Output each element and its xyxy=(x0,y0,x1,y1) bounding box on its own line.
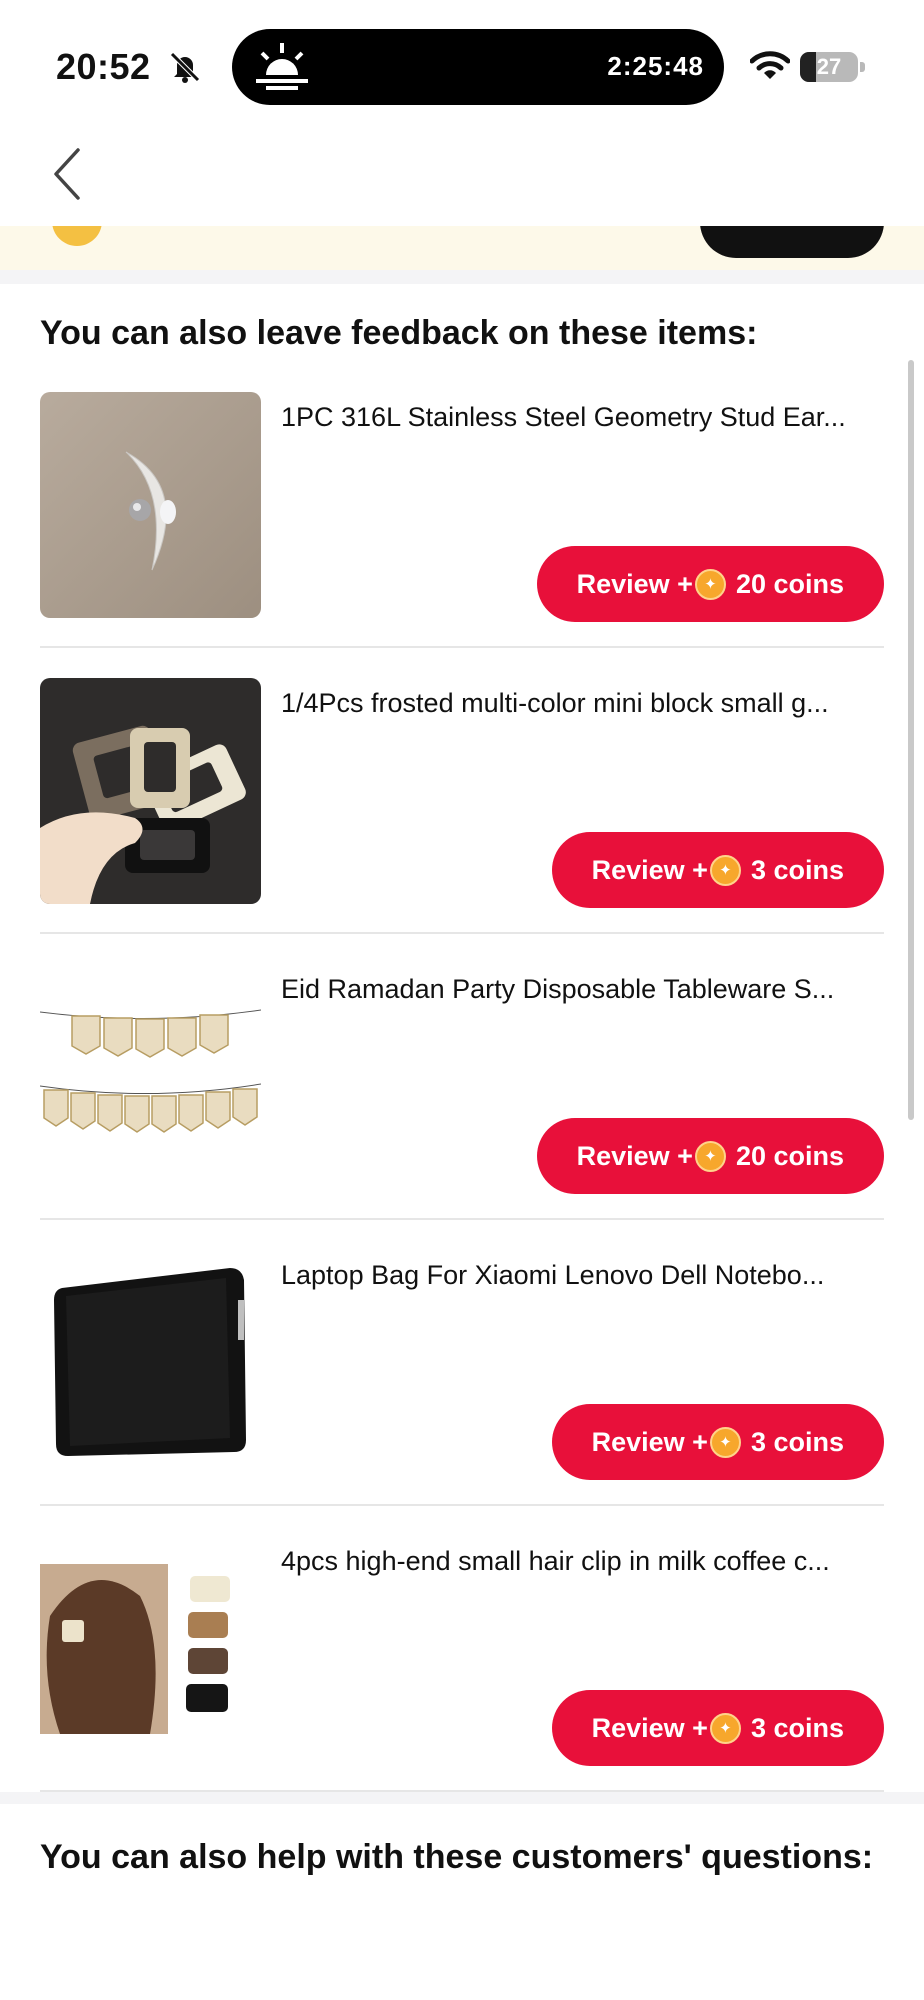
product-title[interactable]: 1/4Pcs frosted multi-color mini block sm… xyxy=(281,688,881,719)
product-thumbnail[interactable] xyxy=(40,1536,261,1762)
product-thumbnail[interactable] xyxy=(40,392,261,618)
section-separator xyxy=(0,270,924,284)
questions-section-title: You can also help with these customers' … xyxy=(40,1838,874,1876)
product-thumbnail[interactable] xyxy=(40,678,261,904)
wifi-icon xyxy=(750,51,790,79)
review-button[interactable]: Review + 3 coins xyxy=(551,832,884,908)
coins-label: 3 coins xyxy=(750,1712,844,1743)
island-timer: 2:25:48 xyxy=(607,51,704,81)
chevron-left-icon[interactable] xyxy=(48,144,88,204)
product-title[interactable]: Laptop Bag For Xiaomi Lenovo Dell Notebo… xyxy=(281,1260,881,1291)
divider xyxy=(40,646,884,648)
battery-level: 27 xyxy=(816,54,842,79)
coins-label: 20 coins xyxy=(735,1140,844,1171)
product-title[interactable]: 4pcs high-end small hair clip in milk co… xyxy=(281,1546,881,1577)
list-item[interactable]: Eid Ramadan Party Disposable Tableware S… xyxy=(40,964,884,1250)
section-separator xyxy=(0,1792,924,1804)
feedback-section-title: You can also leave feedback on these ite… xyxy=(40,314,758,352)
banner-button[interactable] xyxy=(700,226,884,258)
nav-header xyxy=(0,130,924,226)
coin-icon xyxy=(709,854,741,886)
sunset-icon xyxy=(256,43,308,90)
review-button[interactable]: Review + 20 coins xyxy=(536,546,884,622)
coin-icon xyxy=(694,568,726,600)
list-item[interactable]: 1PC 316L Stainless Steel Geometry Stud E… xyxy=(40,392,884,678)
review-button[interactable]: Review + 3 coins xyxy=(551,1404,884,1480)
review-label: Review + xyxy=(576,568,693,599)
divider xyxy=(40,1218,884,1220)
review-label: Review + xyxy=(591,1426,708,1457)
scrollbar[interactable] xyxy=(908,360,914,1120)
status-bar: 20:52 2:25:48 27 xyxy=(0,0,924,130)
battery-icon: 27 xyxy=(800,52,866,82)
dynamic-island: 2:25:48 xyxy=(232,29,724,105)
coins-label: 3 coins xyxy=(750,1426,844,1457)
list-item[interactable]: Laptop Bag For Xiaomi Lenovo Dell Notebo… xyxy=(40,1250,884,1536)
status-time: 20:52 xyxy=(56,46,151,87)
coins-label: 3 coins xyxy=(750,854,844,885)
product-title[interactable]: 1PC 316L Stainless Steel Geometry Stud E… xyxy=(281,402,881,433)
coin-icon xyxy=(694,1140,726,1172)
coin-icon xyxy=(709,1426,741,1458)
list-item[interactable]: 4pcs high-end small hair clip in milk co… xyxy=(40,1536,884,1822)
review-label: Review + xyxy=(591,854,708,885)
divider xyxy=(40,1504,884,1506)
divider xyxy=(40,932,884,934)
list-item[interactable]: 1/4Pcs frosted multi-color mini block sm… xyxy=(40,678,884,964)
coin-icon xyxy=(709,1712,741,1744)
coins-label: 20 coins xyxy=(735,568,844,599)
product-thumbnail[interactable] xyxy=(40,964,261,1190)
bell-muted-icon xyxy=(170,52,200,83)
coins-banner xyxy=(0,226,924,270)
product-title[interactable]: Eid Ramadan Party Disposable Tableware S… xyxy=(281,974,881,1005)
product-thumbnail[interactable] xyxy=(40,1250,261,1476)
review-button[interactable]: Review + 20 coins xyxy=(536,1118,884,1194)
review-button[interactable]: Review + 3 coins xyxy=(551,1690,884,1766)
review-label: Review + xyxy=(576,1140,693,1171)
review-label: Review + xyxy=(591,1712,708,1743)
coin-icon xyxy=(52,226,102,246)
